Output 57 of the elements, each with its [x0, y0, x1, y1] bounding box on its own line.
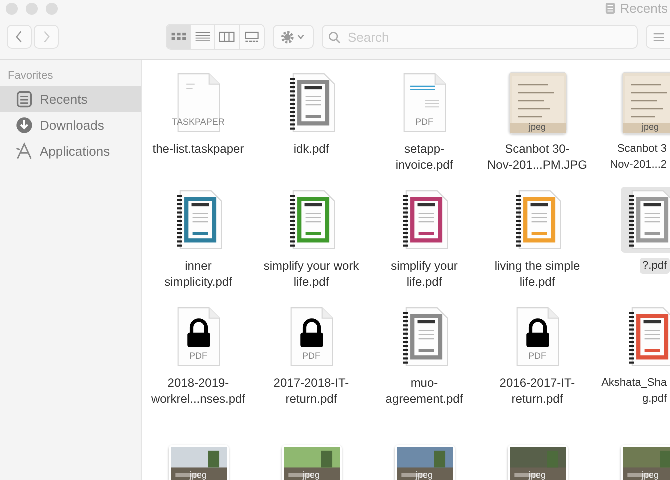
photo-thumbnail[interactable]: jpeg — [394, 445, 454, 480]
view-gallery-button[interactable] — [240, 25, 264, 49]
file-name[interactable]: setapp- invoice.pdf — [392, 141, 456, 173]
search-icon — [328, 31, 341, 44]
gear-icon — [280, 30, 306, 44]
sidebar-heading: Favorites — [7, 70, 54, 84]
file-name[interactable]: 2016-2017-IT- return.pdf — [496, 375, 578, 407]
action-menu-button[interactable] — [272, 25, 314, 49]
file-type-label: jpeg — [528, 122, 547, 132]
list-view-icon — [194, 30, 212, 44]
file-name[interactable]: ?.pdf — [640, 258, 670, 274]
view-icons-button[interactable] — [167, 25, 192, 49]
file-type-label: PDF — [528, 351, 548, 361]
view-list-button[interactable] — [191, 25, 216, 49]
file-name[interactable]: 2017-2018-IT- return.pdf — [270, 375, 352, 407]
file-name[interactable]: the-list.taskpaper — [150, 141, 248, 157]
photo-thumbnail[interactable]: jpeg — [622, 72, 670, 134]
back-button[interactable] — [7, 25, 32, 49]
file-type-label: jpeg — [414, 470, 434, 480]
photo-thumbnail[interactable]: jpeg — [508, 445, 568, 480]
file-type-label: jpeg — [302, 470, 321, 480]
file-type-label: PDF — [302, 351, 322, 361]
back-chevron-icon — [15, 30, 24, 44]
photo-thumbnail[interactable]: jpeg — [508, 72, 566, 134]
sidebar-item[interactable]: Applications — [0, 138, 141, 164]
file-type-label: PDF — [188, 351, 208, 361]
file-name[interactable]: inner simplicity.pdf — [162, 258, 236, 290]
view-options-button[interactable] — [646, 25, 670, 49]
file-name[interactable]: 2018-2019- workrel...nses.pdf — [148, 375, 249, 407]
columns-view-icon — [218, 30, 236, 44]
file-type-label: jpeg — [188, 470, 208, 480]
sidebar-item[interactable]: Downloads — [0, 112, 141, 138]
file-type-label: TASKPAPER — [171, 117, 226, 127]
list-icon — [652, 32, 664, 42]
file-name[interactable]: Akshata_Sha g.pdf — [598, 375, 670, 407]
download-icon — [15, 116, 34, 134]
applications-icon — [15, 142, 34, 160]
file-name[interactable]: muo- agreement.pdf — [382, 375, 466, 407]
file-name[interactable]: simplify your work life.pdf — [260, 258, 362, 290]
file-type-label: PDF — [414, 117, 434, 127]
file-name[interactable]: idk.pdf — [290, 141, 332, 157]
file-name[interactable]: Scanbot 3 Nov-201...2 — [607, 141, 670, 173]
window-title: Recents — [620, 1, 668, 16]
file-type-label: jpeg — [528, 470, 547, 480]
gallery-view-icon — [242, 30, 261, 44]
file-name[interactable]: simplify your life.pdf — [388, 258, 461, 290]
recents-icon — [15, 90, 34, 108]
photo-thumbnail[interactable]: jpeg — [282, 445, 342, 480]
file-icon[interactable] — [620, 187, 670, 253]
forward-chevron-icon — [42, 30, 51, 44]
file-type-label: jpeg — [640, 470, 660, 480]
photo-thumbnail[interactable]: jpeg — [620, 445, 670, 480]
file-type-label: jpeg — [640, 122, 660, 132]
file-name[interactable]: Scanbot 30- Nov-201...PM.JPG — [484, 141, 591, 173]
photo-thumbnail[interactable]: jpeg — [168, 445, 228, 480]
file-name[interactable]: living the simple life.pdf — [492, 258, 584, 290]
view-columns-button[interactable] — [215, 25, 240, 49]
